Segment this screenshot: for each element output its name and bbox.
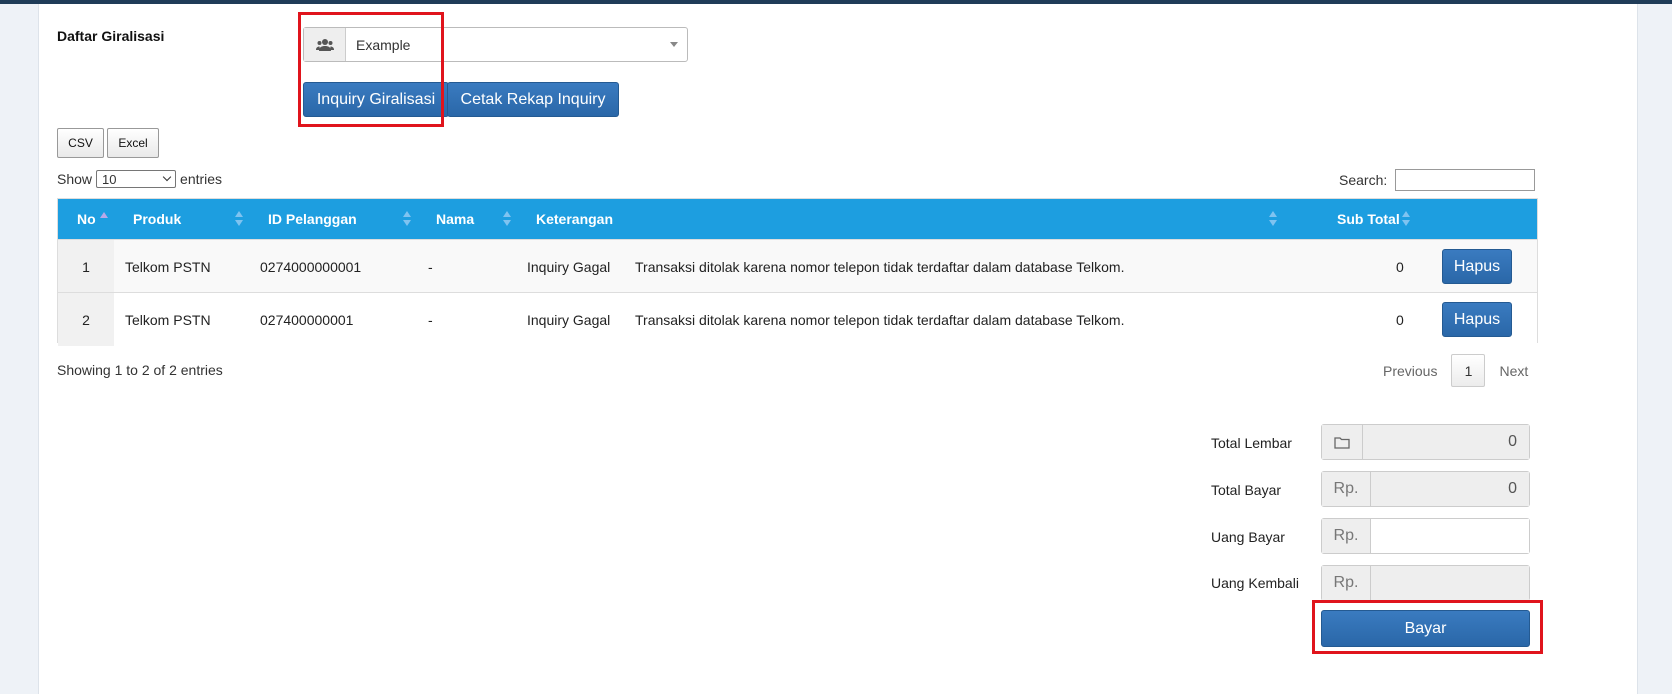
column-header-id-pelanggan[interactable]: ID Pelanggan — [268, 199, 357, 239]
cell-sub-total: 0 — [1396, 258, 1404, 275]
section-title: Daftar Giralisasi — [57, 28, 165, 44]
uang-kembali-field: Rp. — [1321, 565, 1530, 601]
currency-addon: Rp. — [1322, 472, 1371, 506]
excel-export-button[interactable]: Excel — [107, 128, 159, 158]
cell-status: Inquiry Gagal — [527, 258, 611, 275]
uang-kembali-value — [1371, 566, 1529, 600]
column-header-keterangan[interactable]: Keterangan — [536, 199, 613, 239]
entries-length-control: Show 10 entries — [57, 170, 222, 188]
bayar-button[interactable]: Bayar — [1321, 610, 1530, 647]
total-bayar-field: Rp. 0 — [1321, 471, 1530, 507]
cell-no: 1 — [58, 240, 114, 293]
entries-length-select[interactable]: 10 — [96, 170, 177, 188]
table-header: No Produk ID Pelanggan Nama Keterangan S… — [58, 199, 1537, 239]
chevron-down-icon — [162, 172, 172, 182]
main-panel: Daftar Giralisasi Example Inquiry Girali… — [38, 4, 1638, 694]
total-lembar-field: 0 — [1321, 424, 1530, 460]
total-bayar-label: Total Bayar — [1211, 482, 1282, 498]
sort-asc-icon — [100, 210, 108, 218]
cell-id-pelanggan: 027400000001 — [260, 311, 354, 328]
table-row: 1 Telkom PSTN 0274000000001 - Inquiry Ga… — [58, 239, 1537, 293]
group-select[interactable]: Example — [303, 27, 688, 62]
entries-length-value: 10 — [102, 171, 117, 187]
cell-produk: Telkom PSTN — [125, 258, 211, 275]
users-icon — [304, 28, 346, 61]
folder-icon-svg — [1334, 436, 1350, 449]
cell-id-pelanggan: 0274000000001 — [260, 258, 362, 275]
users-icon-svg — [315, 38, 334, 51]
column-header-no[interactable]: No — [77, 199, 96, 239]
column-header-nama[interactable]: Nama — [436, 199, 474, 239]
sort-icon — [235, 211, 243, 227]
search-input[interactable] — [1395, 169, 1536, 191]
group-select-value: Example — [356, 36, 411, 53]
pagination: Previous 1 Next — [1369, 354, 1542, 387]
total-lembar-value: 0 — [1363, 425, 1529, 459]
table-info: Showing 1 to 2 of 2 entries — [57, 362, 223, 378]
cell-sub-total: 0 — [1396, 311, 1404, 328]
column-header-sub-total[interactable]: Sub Total — [1337, 199, 1400, 239]
cell-produk: Telkom PSTN — [125, 311, 211, 328]
pagination-next[interactable]: Next — [1485, 354, 1542, 387]
chevron-down-icon — [670, 42, 678, 47]
cell-no: 2 — [58, 293, 114, 346]
cell-nama: - — [428, 258, 433, 275]
folder-icon — [1322, 425, 1363, 459]
uang-kembali-label: Uang Kembali — [1211, 575, 1299, 591]
cetak-rekap-inquiry-button[interactable]: Cetak Rekap Inquiry — [447, 82, 619, 117]
total-lembar-label: Total Lembar — [1211, 435, 1292, 451]
uang-bayar-field: Rp. — [1321, 518, 1530, 554]
show-label: Show — [57, 171, 93, 187]
sort-icon — [503, 211, 511, 227]
currency-addon: Rp. — [1322, 566, 1371, 600]
search-label: Search: — [1339, 172, 1388, 188]
hapus-button[interactable]: Hapus — [1442, 302, 1512, 337]
currency-addon: Rp. — [1322, 519, 1371, 553]
search-control: Search: — [1339, 169, 1536, 191]
cell-status: Inquiry Gagal — [527, 311, 611, 328]
sort-icon — [1402, 211, 1410, 227]
sort-icon — [403, 211, 411, 227]
uang-bayar-input[interactable] — [1371, 519, 1529, 553]
cell-nama: - — [428, 311, 433, 328]
total-bayar-value: 0 — [1371, 472, 1529, 506]
giralisasi-table: No Produk ID Pelanggan Nama Keterangan S… — [57, 198, 1538, 346]
csv-export-button[interactable]: CSV — [57, 128, 104, 158]
pagination-previous[interactable]: Previous — [1369, 354, 1451, 387]
cell-keterangan: Transaksi ditolak karena nomor telepon t… — [635, 311, 1125, 328]
inquiry-giralisasi-button[interactable]: Inquiry Giralisasi — [303, 82, 449, 117]
cell-keterangan: Transaksi ditolak karena nomor telepon t… — [635, 258, 1125, 275]
column-header-produk[interactable]: Produk — [133, 199, 181, 239]
hapus-button[interactable]: Hapus — [1442, 249, 1512, 284]
entries-label: entries — [180, 171, 223, 187]
uang-bayar-label: Uang Bayar — [1211, 529, 1285, 545]
table-row: 2 Telkom PSTN 027400000001 - Inquiry Gag… — [58, 292, 1537, 346]
sort-icon — [1269, 211, 1277, 227]
pagination-page-1[interactable]: 1 — [1451, 354, 1486, 387]
